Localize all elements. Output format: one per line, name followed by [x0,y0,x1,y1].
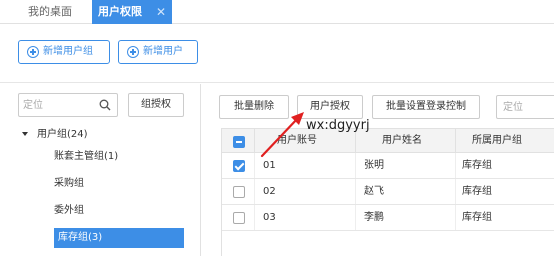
tab-bar: 我的桌面 用户权限 ✕ [0,0,554,24]
close-icon[interactable]: ✕ [156,0,166,24]
cell-group: 库存组 [455,179,554,204]
cell-account: 02 [254,179,355,204]
tree-item-account-supervisor[interactable]: 账套主管组(1) [54,147,118,167]
tree-item-inventory[interactable]: 库存组(3) [54,228,184,248]
group-search-box [18,93,118,117]
header-check-cell [222,129,254,153]
watermark-text: wx:dgyyrj [306,118,370,133]
plus-circle-icon [27,46,39,58]
add-user-label: 新增用户 [143,46,183,57]
cell-name: 赵飞 [355,179,455,204]
row-checkbox[interactable] [233,160,245,172]
cell-name: 李鹏 [355,205,455,230]
cell-group: 库存组 [455,153,554,178]
row-check-cell [222,205,254,230]
row-checkbox[interactable] [233,212,245,224]
row-check-cell [222,153,254,178]
red-arrow-annotation [260,112,304,158]
cell-account: 03 [254,205,355,230]
column-header-name[interactable]: 用户姓名 [355,129,455,153]
column-header-group[interactable]: 所属用户组 [455,129,554,153]
table-row[interactable]: 02 赵飞 库存组 [222,179,554,205]
batch-login-control-button[interactable]: 批量设置登录控制 [372,95,480,119]
user-filter-box [496,95,554,119]
search-icon[interactable] [99,99,111,111]
add-user-group-label: 新增用户组 [43,46,93,57]
caret-down-icon[interactable] [22,132,28,136]
group-authorize-button[interactable]: 组授权 [128,93,184,117]
user-filter-input[interactable] [503,99,553,115]
tree-item-outsourcing[interactable]: 委外组 [54,201,84,221]
add-user-group-button[interactable]: 新增用户组 [18,40,110,64]
user-group-panel: 组授权 用户组(24) 账套主管组(1) 采购组 委外组 库存组(3) [0,84,201,256]
group-search-input[interactable] [23,97,97,113]
table-row[interactable]: 03 李鹏 库存组 [222,205,554,231]
cell-name: 张明 [355,153,455,178]
tree-item-purchasing[interactable]: 采购组 [54,174,84,194]
row-check-cell [222,179,254,204]
tree-root-user-groups[interactable]: 用户组(24) [22,127,88,143]
toolbar: 新增用户组 新增用户 [0,25,554,83]
plus-circle-icon [127,46,139,58]
row-checkbox[interactable] [233,186,245,198]
tab-my-desktop[interactable]: 我的桌面 [28,0,72,24]
add-user-button[interactable]: 新增用户 [118,40,198,64]
tree-root-label: 用户组(24) [37,129,88,140]
select-all-checkbox[interactable] [233,136,245,148]
cell-group: 库存组 [455,205,554,230]
